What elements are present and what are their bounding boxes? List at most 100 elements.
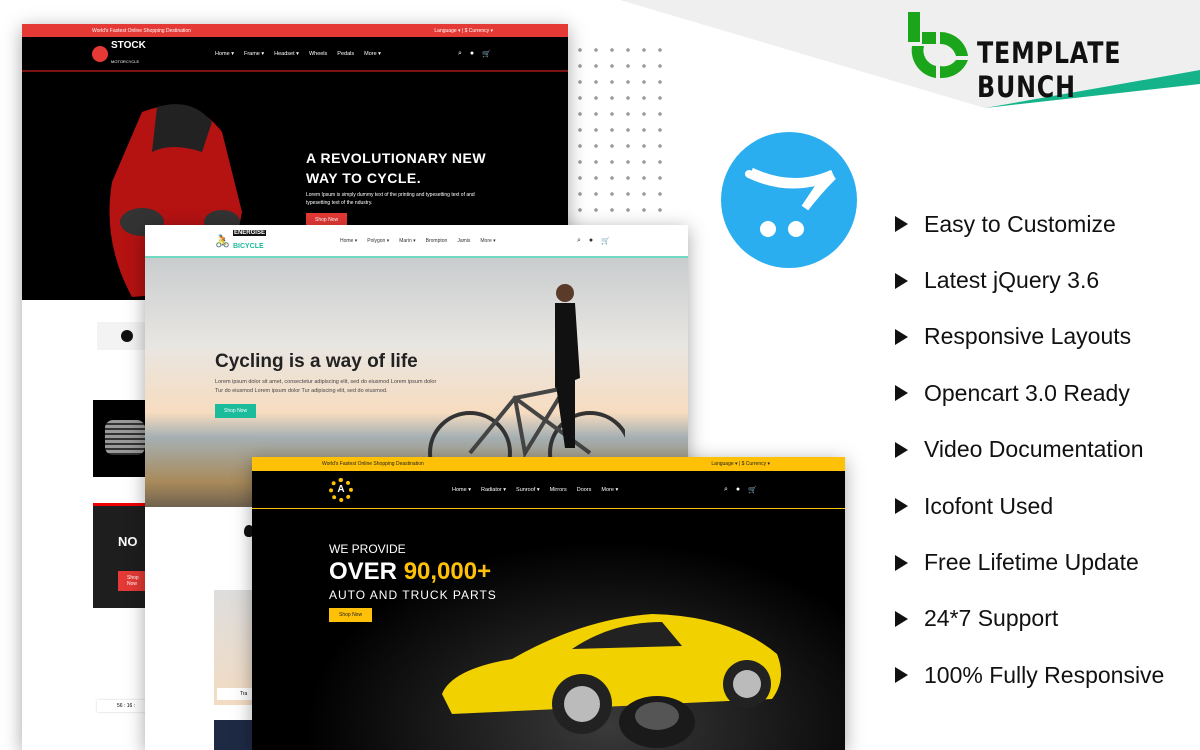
topbar: World's Fastest Online Shopping Destinat… [22, 24, 568, 37]
feature-item: Opencart 3.0 Ready [895, 365, 1164, 421]
brand-name: TEMPLATE BUNCH [977, 36, 1122, 104]
engine-product-image [93, 400, 153, 477]
language-select[interactable]: Language [711, 461, 733, 467]
feature-label: Latest jQuery 3.6 [924, 267, 1100, 294]
navbar: A Home ▾ Radiator ▾ Sunroof ▾ Mirrors Doors M… [252, 471, 845, 509]
feature-label: Icofont Used [924, 492, 1054, 519]
tagline: World's Fastest Online Shopping Destinat… [92, 27, 191, 34]
navbar: 🚴 ENERGISE BICYCLE Home ▾ Polygon ▾ Marin ▾… [145, 225, 688, 258]
feature-label: Free Lifetime Update [924, 549, 1139, 576]
hero-banner: WE PROVIDE OVER 90,000+ AUTO AND TRUCK P… [252, 509, 845, 750]
hero-text: Lorem ipsum dolor sit amet, consectetur … [215, 379, 437, 394]
search-icon[interactable]: ⌕ [458, 50, 462, 58]
feature-item: Responsive Layouts [895, 309, 1164, 365]
brake-disc-icon [92, 45, 108, 62]
feature-item: Latest jQuery 3.6 [895, 252, 1164, 308]
shop-now-button[interactable]: Shop Now [215, 403, 257, 418]
feature-item: Icofont Used [895, 478, 1164, 534]
menu-item[interactable]: Doors [577, 487, 592, 493]
product-image [214, 720, 254, 750]
feature-label: Easy to Customize [924, 210, 1116, 237]
arrow-right-icon [895, 216, 908, 233]
hero-pretitle: WE PROVIDE [329, 542, 406, 556]
logo-subtitle: MOTORCYCLE [111, 58, 140, 64]
menu-item[interactable]: Pedals [337, 51, 354, 57]
search-icon[interactable]: ⌕ [577, 237, 581, 245]
user-icon[interactable]: ● [470, 50, 474, 58]
arrow-right-icon [895, 554, 908, 571]
cart-icon[interactable]: 🛒 [601, 237, 610, 245]
hero-text: Lorem Ipsum is simply dummy text of the … [306, 192, 475, 206]
cyclist-icon: 🚴 [215, 233, 230, 248]
menu-item[interactable]: Home ▾ [340, 238, 357, 244]
menu-item[interactable]: More ▾ [364, 51, 381, 57]
arrow-right-icon [895, 385, 908, 402]
tagline: World's Fastest Online Shopping Deastina… [322, 461, 424, 467]
arrow-right-icon [895, 610, 908, 627]
feature-item: 24*7 Support [895, 591, 1164, 647]
hero-title: A REVOLUTIONARY NEW [306, 150, 487, 166]
arrow-right-icon [895, 667, 908, 684]
user-icon[interactable]: ● [736, 486, 740, 494]
dot-grid-decoration [572, 42, 662, 222]
currency-select[interactable]: $ Currency [742, 461, 766, 467]
feature-item: Video Documentation [895, 422, 1164, 478]
arrow-right-icon [895, 498, 908, 515]
menu-item[interactable]: Frame ▾ [244, 51, 264, 57]
hero-title: OVER [329, 558, 398, 585]
feature-label: Video Documentation [924, 436, 1144, 463]
cart-icon[interactable]: 🛒 [482, 50, 491, 58]
menu-item[interactable]: Mirrors [550, 487, 567, 493]
menu-item[interactable]: Headset ▾ [274, 51, 299, 57]
logo-subtitle: BICYCLE [232, 242, 264, 250]
headset-icon [121, 330, 133, 342]
feature-label: Opencart 3.0 Ready [924, 379, 1130, 406]
arrow-right-icon [895, 272, 908, 289]
menu-item[interactable]: More ▾ [601, 487, 618, 493]
menu-item[interactable]: Home ▾ [215, 51, 234, 57]
logo[interactable]: 🚴 ENERGISE BICYCLE [215, 229, 266, 252]
product-name: Tra [217, 688, 253, 700]
auto-parts-preview: World's Fastest Online Shopping Deastina… [252, 457, 845, 750]
hero-subtitle: AUTO AND TRUCK PARTS [329, 588, 497, 602]
feature-label: 100% Fully Responsive [924, 661, 1165, 688]
search-icon[interactable]: ⌕ [724, 486, 728, 494]
promo-banner: NO Shop Now [93, 503, 153, 608]
feature-item: Easy to Customize [895, 196, 1164, 252]
menu-item[interactable]: Polygon ▾ [367, 238, 389, 244]
logo[interactable]: STOCK MOTORCYCLE [92, 39, 146, 67]
arrow-right-icon [895, 441, 908, 458]
language-select[interactable]: Language [434, 28, 456, 34]
menu-item[interactable]: Wheels [309, 51, 327, 57]
logo-title: STOCK [111, 39, 146, 51]
feature-list: Easy to Customize Latest jQuery 3.6 Resp… [895, 196, 1164, 704]
hero-number: 90,000+ [403, 558, 492, 585]
menu-item[interactable]: More ▾ [480, 238, 495, 244]
logo-title: ENERGISE [232, 229, 266, 236]
arrow-right-icon [895, 328, 908, 345]
logo[interactable]: A [329, 477, 353, 502]
opencart-cart-icon [745, 167, 836, 237]
template-bunch-logo-icon [908, 12, 968, 79]
navbar: STOCK MOTORCYCLE Home ▾ Frame ▾ Headset ▾ Wh… [22, 37, 568, 72]
feature-item: Free Lifetime Update [895, 534, 1164, 590]
menu-item[interactable]: Jamis [457, 238, 470, 244]
topbar: World's Fastest Online Shopping Deastina… [252, 457, 845, 471]
currency-select[interactable]: $ Currency [465, 28, 489, 34]
menu-item[interactable]: Brompton [426, 238, 448, 244]
menu-item[interactable]: Radiator ▾ [481, 487, 506, 493]
user-icon[interactable]: ● [589, 237, 593, 245]
feature-item: 100% Fully Responsive [895, 647, 1164, 703]
shop-now-button[interactable]: Shop Now [329, 608, 373, 622]
hero-title: WAY TO CYCLE. [306, 170, 422, 186]
cart-icon[interactable]: 🛒 [748, 486, 757, 494]
hero-title: Cycling is a way of life [215, 351, 418, 372]
bicycle-product-card[interactable]: Tra [214, 590, 254, 705]
menu-item[interactable]: Sunroof ▾ [516, 487, 540, 493]
feature-label: Responsive Layouts [924, 323, 1132, 350]
logo-letter: A [337, 483, 345, 495]
menu-item[interactable]: Marin ▾ [399, 238, 415, 244]
opencart-logo [721, 132, 857, 268]
feature-label: 24*7 Support [924, 605, 1059, 632]
menu-item[interactable]: Home ▾ [452, 487, 471, 493]
